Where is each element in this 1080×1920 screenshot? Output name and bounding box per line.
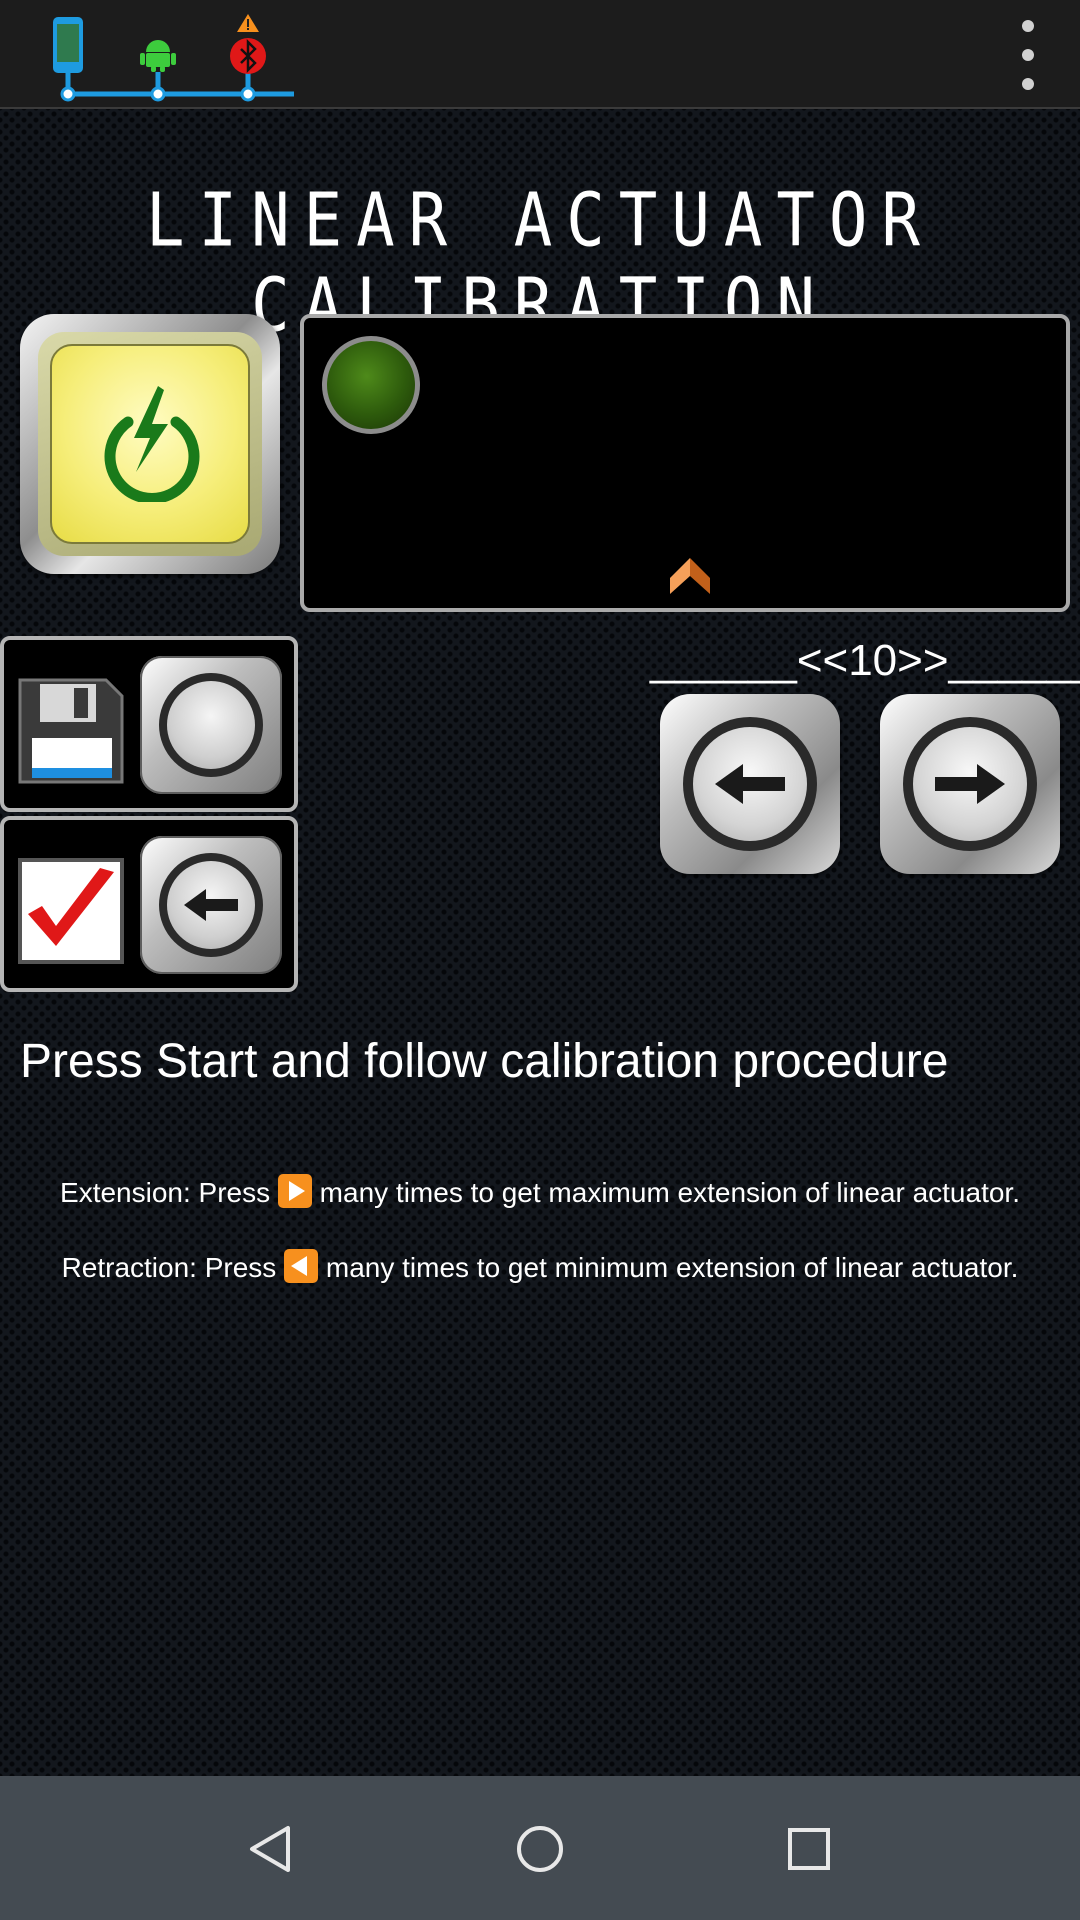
status-led-indicator — [322, 336, 420, 434]
nav-recents-icon[interactable] — [774, 1814, 844, 1884]
position-marker-icon — [670, 558, 710, 594]
extend-button[interactable] — [880, 694, 1060, 874]
checkmark-icon — [18, 858, 124, 964]
bluetooth-warning-icon — [230, 14, 266, 74]
arrow-left-icon — [184, 889, 238, 921]
nav-home-icon[interactable] — [505, 1814, 575, 1884]
android-icon — [140, 40, 176, 72]
app-bar — [0, 0, 1080, 109]
play-left-icon — [284, 1249, 319, 1283]
save-calibration-panel — [0, 636, 298, 812]
nav-back-icon[interactable] — [236, 1814, 306, 1884]
start-power-button[interactable] — [20, 314, 280, 574]
system-navigation-bar — [0, 1776, 1080, 1920]
actuator-display — [300, 314, 1070, 612]
menu-dot-icon — [1022, 20, 1034, 32]
extension-note: Extension: Press many times to get maxim… — [0, 1174, 1080, 1209]
phone-icon — [53, 17, 83, 73]
arrow-left-icon — [715, 764, 785, 804]
save-button[interactable] — [140, 656, 282, 794]
power-bolt-icon — [104, 386, 200, 502]
menu-dot-icon — [1022, 78, 1034, 90]
floppy-disk-icon — [18, 678, 124, 784]
retract-button[interactable] — [660, 694, 840, 874]
play-right-icon — [277, 1174, 312, 1208]
confirm-calibration-panel — [0, 816, 298, 992]
menu-dot-icon — [1022, 49, 1034, 61]
overflow-menu-button[interactable] — [1010, 20, 1046, 90]
instruction-heading: Press Start and follow calibration proce… — [20, 1035, 949, 1088]
arrow-right-icon — [935, 764, 1005, 804]
back-button[interactable] — [140, 836, 282, 974]
retraction-note: Retraction: Press many times to get mini… — [0, 1249, 1080, 1284]
step-size-label: ______<<10>>______ — [650, 636, 1080, 685]
